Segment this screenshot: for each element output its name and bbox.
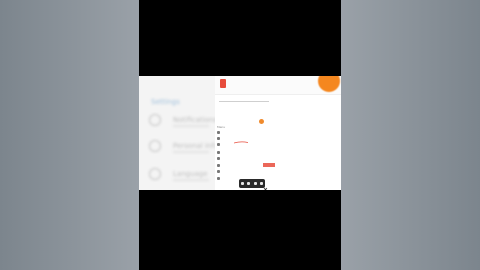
crop-icon[interactable] xyxy=(247,182,251,185)
item-icon xyxy=(217,151,220,154)
menu-item[interactable] xyxy=(217,156,327,161)
right-blurred-margin xyxy=(341,0,480,270)
background-title: Settings xyxy=(151,98,180,106)
circle-icon xyxy=(149,140,161,152)
item-icon xyxy=(217,164,220,167)
divider xyxy=(173,151,209,153)
background-row-label: Language xyxy=(173,170,208,178)
menu-item[interactable] xyxy=(217,150,327,155)
screenshot-edit-toolbar xyxy=(239,179,265,188)
annotation-highlight xyxy=(263,163,275,167)
phone-screen: Settings Notifications Personal info Lan… xyxy=(139,76,341,190)
close-icon[interactable] xyxy=(263,177,268,190)
record-indicator-icon[interactable] xyxy=(259,119,264,124)
left-blurred-margin xyxy=(0,0,139,270)
divider xyxy=(173,179,209,181)
item-icon xyxy=(217,157,220,160)
pen-icon[interactable] xyxy=(240,182,244,185)
menu-item[interactable] xyxy=(217,176,327,181)
circle-icon xyxy=(149,114,161,126)
annotation-underline xyxy=(234,141,248,144)
menu-item[interactable] xyxy=(217,169,327,174)
circle-icon xyxy=(149,168,161,180)
search-field[interactable] xyxy=(219,96,269,102)
search-underline xyxy=(219,101,269,102)
share-menu-panel: Menu xyxy=(215,76,341,190)
item-icon xyxy=(217,137,220,140)
item-icon xyxy=(217,177,220,180)
item-icon xyxy=(217,170,220,173)
share-icon[interactable] xyxy=(260,182,264,185)
item-icon xyxy=(217,131,220,134)
phone-frame: Settings Notifications Personal info Lan… xyxy=(139,0,341,270)
text-icon[interactable] xyxy=(253,182,257,185)
menu-item[interactable] xyxy=(217,130,327,135)
app-icon[interactable] xyxy=(220,79,226,88)
item-icon xyxy=(217,143,220,146)
menu-header: Menu xyxy=(217,125,226,129)
divider xyxy=(173,125,209,127)
background-row-label: Personal info xyxy=(173,142,219,150)
background-row-label: Notifications xyxy=(173,116,217,124)
